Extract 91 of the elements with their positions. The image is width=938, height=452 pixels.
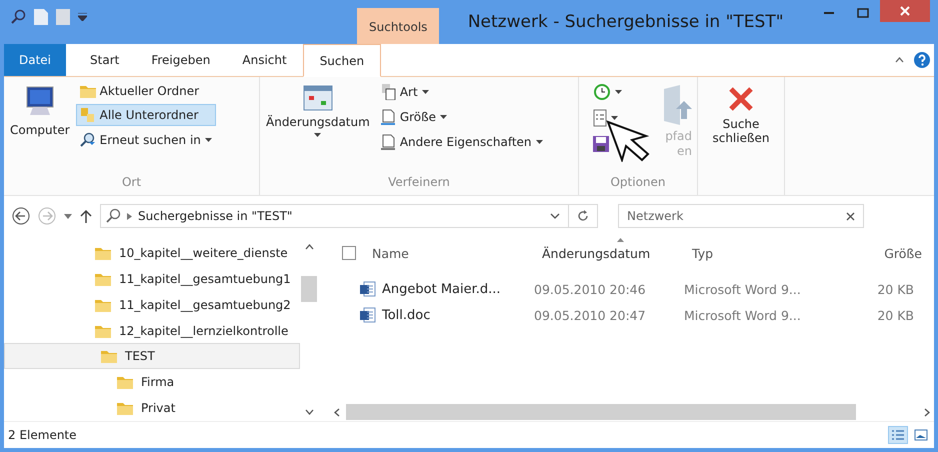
file-type-icon: [380, 84, 396, 100]
ribbon-button[interactable]: Alle Unterordner: [76, 104, 216, 126]
picture-view-icon: [914, 429, 928, 441]
file-name[interactable]: Angebot Maier.d...: [382, 282, 501, 296]
caret-icon: [422, 90, 429, 94]
group-label: Verfeinern: [387, 175, 451, 191]
caret-icon: [536, 140, 543, 144]
ribbon-tab[interactable]: Freigeben: [135, 44, 226, 76]
table-cell-text: 20 KB: [876, 282, 915, 296]
forward-icon: [38, 207, 56, 225]
search-field[interactable]: Netzwerk: [618, 204, 864, 228]
select-all-checkbox[interactable]: [342, 246, 356, 260]
ribbon-button[interactable]: Aktueller Ordner: [76, 81, 216, 101]
table-cell-text: Microsoft Word 9...: [684, 308, 802, 322]
clock-icon: [593, 84, 611, 100]
file-name[interactable]: Toll.doc: [382, 308, 430, 322]
ribbon-button[interactable]: Erneut suchen in: [76, 129, 216, 151]
scroll-right-icon[interactable]: [924, 408, 930, 416]
minimize-icon: [824, 12, 834, 14]
close-button[interactable]: [880, 0, 930, 22]
item-count: 2 Elemente: [8, 428, 77, 442]
document-icon: [380, 109, 396, 125]
ribbon-tab[interactable]: Ansicht: [226, 44, 303, 76]
list-view-icon: [891, 429, 905, 441]
context-tab-label: Suchtools: [357, 8, 440, 44]
tree-item[interactable]: Privat: [4, 395, 300, 422]
folders-icon: [80, 107, 96, 123]
computer-button[interactable]: Computer: [8, 81, 72, 175]
address-field[interactable]: Suchergebnisse in "TEST": [100, 204, 598, 228]
caret-icon: [204, 138, 212, 142]
column-header[interactable]: Typ: [692, 246, 842, 260]
ribbon-button[interactable]: Art: [376, 81, 547, 103]
caret-icon[interactable]: [78, 13, 87, 21]
tree-item[interactable]: TEST: [4, 343, 300, 370]
breadcrumb[interactable]: Suchergebnisse in "TEST": [138, 209, 292, 223]
document-icon: [360, 307, 376, 323]
table-cell-text: 09.05.2010 20:47: [534, 308, 647, 322]
group-label: Ort: [120, 175, 142, 191]
sort-icon: [617, 238, 624, 242]
caret-icon: [314, 133, 322, 137]
close-icon: [727, 85, 755, 113]
maximize-icon: [857, 8, 869, 18]
list-icon: [593, 109, 607, 127]
tree-item[interactable]: Firma: [4, 369, 300, 396]
chevron-right-icon: [127, 212, 132, 220]
tree-item[interactable]: 10_kapitel__weitere_dienste: [4, 240, 300, 266]
ribbon-tab[interactable]: Suchen: [302, 44, 382, 77]
window-title: Netzwerk - Suchergebnisse in "TEST": [466, 11, 785, 32]
up-button[interactable]: [80, 209, 92, 223]
clear-icon[interactable]: [846, 212, 855, 220]
up-arrow-icon: [80, 209, 92, 223]
ribbon-button[interactable]: Andere Eigenschaften: [376, 131, 547, 153]
table-cell-text: 09.05.2010 20:46: [534, 282, 647, 296]
column-header[interactable]: Änderungsdatum: [542, 246, 692, 260]
tree-item[interactable]: 12_kapitel__lernzielkontrolle: [4, 318, 300, 344]
chevron-up-icon[interactable]: [895, 57, 904, 63]
table-cell-text: 20 KB: [876, 308, 915, 322]
back-icon: [12, 207, 30, 225]
ribbon-tab[interactable]: Start: [74, 44, 136, 76]
mouse-cursor-icon: [606, 120, 652, 162]
ribbon-button[interactable]: Größe: [376, 106, 547, 128]
document-icon: [360, 281, 376, 297]
back-button[interactable]: [12, 207, 30, 225]
details-view-button[interactable]: [888, 426, 908, 444]
close-search-button[interactable]: Suche schließen: [702, 81, 780, 149]
column-header[interactable]: Größe: [842, 246, 934, 260]
search-icon: [80, 132, 96, 148]
save-icon: [593, 136, 609, 152]
search-icon: [105, 208, 121, 224]
refresh-icon[interactable]: [577, 210, 589, 222]
tree-item[interactable]: 11_kapitel__gesamtuebung1: [4, 266, 300, 292]
scroll-up-icon[interactable]: [304, 244, 314, 250]
close-icon: [900, 6, 910, 16]
tree-item[interactable]: 11_kapitel__gesamtuebung2: [4, 292, 300, 318]
table-cell-text: Microsoft Word 9...: [684, 282, 802, 296]
scroll-down-icon[interactable]: [304, 409, 314, 415]
calendar-icon: [302, 85, 333, 111]
caret-icon[interactable]: [64, 214, 72, 218]
scrollbar-thumb[interactable]: [346, 404, 856, 420]
search-icon[interactable]: [10, 9, 26, 25]
scrollbar-thumb[interactable]: [301, 276, 317, 302]
group-label: Optionen: [609, 175, 667, 191]
scroll-left-icon[interactable]: [334, 408, 340, 416]
column-header[interactable]: Name: [372, 246, 542, 260]
file-menu-tab[interactable]: Datei: [4, 44, 66, 76]
date-filter-button[interactable]: Änderungsdatum: [264, 81, 372, 175]
help-icon[interactable]: [914, 52, 930, 68]
chevron-down-icon[interactable]: [550, 213, 560, 219]
caret-icon: [440, 115, 448, 119]
document-icon: [380, 134, 396, 150]
caret-icon: [615, 90, 622, 94]
